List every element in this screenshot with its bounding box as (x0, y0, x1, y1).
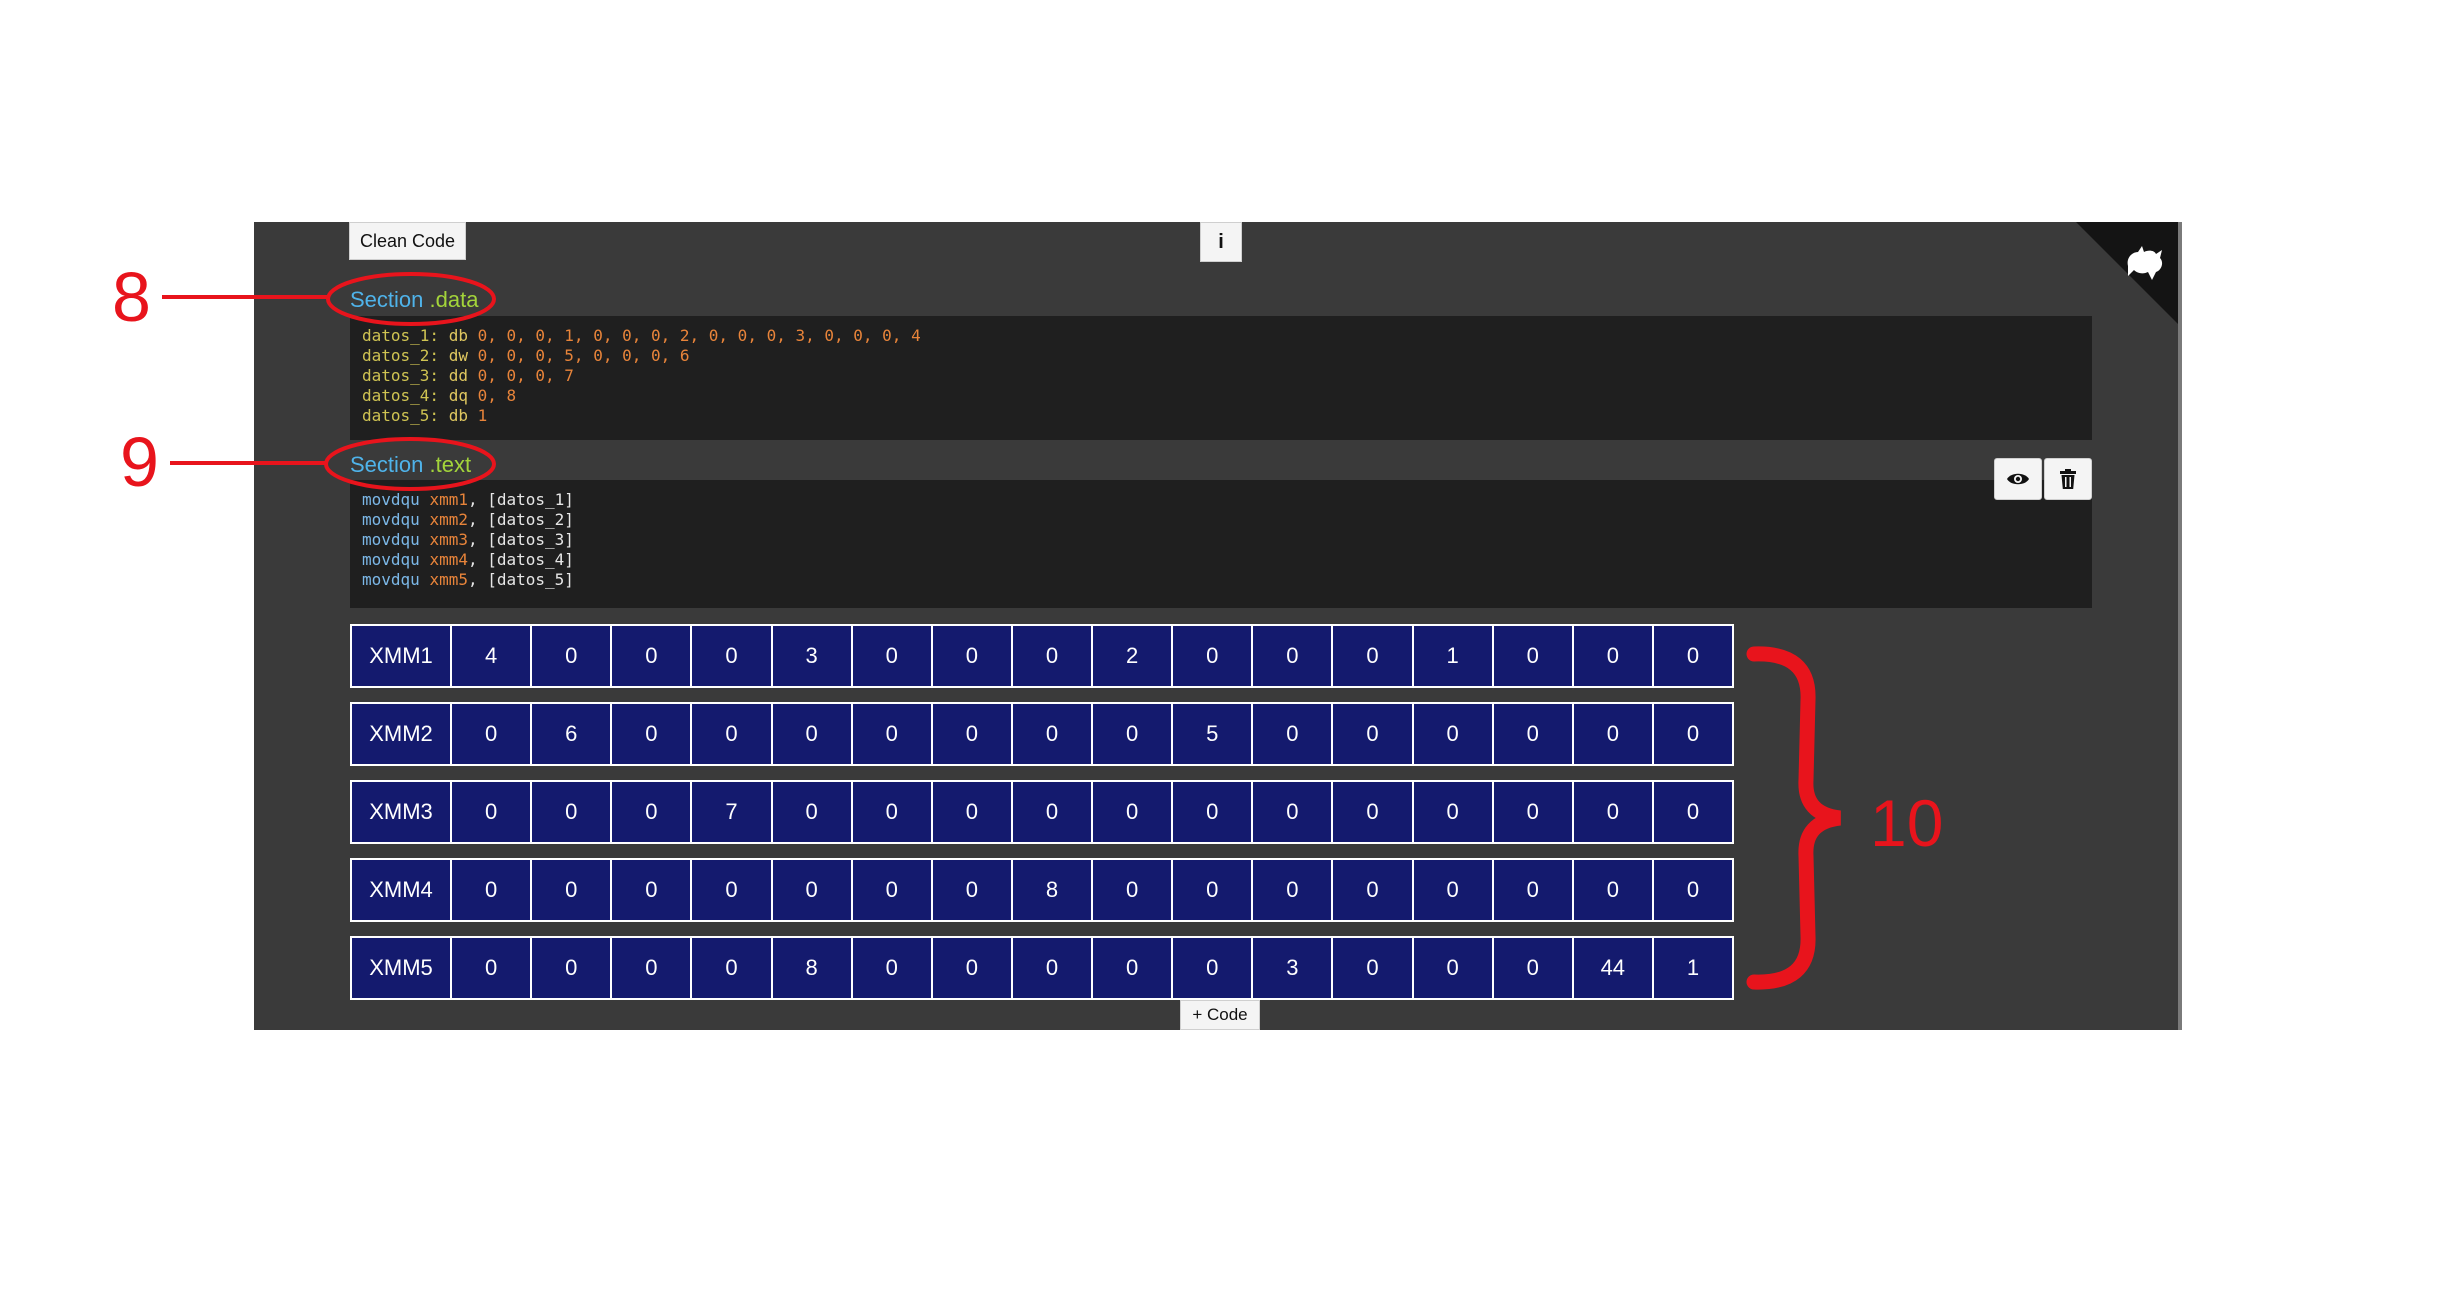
annotation-overlay (162, 272, 1842, 990)
annotation-label-8: 8 (112, 258, 151, 336)
annotation-circle-9 (324, 437, 496, 491)
annotation-brace-10 (1746, 646, 1842, 990)
annotation-label-10: 10 (1870, 786, 1944, 860)
page-root: Clean Code i Section .data datos_1: db 0… (0, 0, 2454, 1314)
annotation-label-9: 9 (120, 423, 159, 501)
annotation-circle-8 (326, 272, 496, 326)
